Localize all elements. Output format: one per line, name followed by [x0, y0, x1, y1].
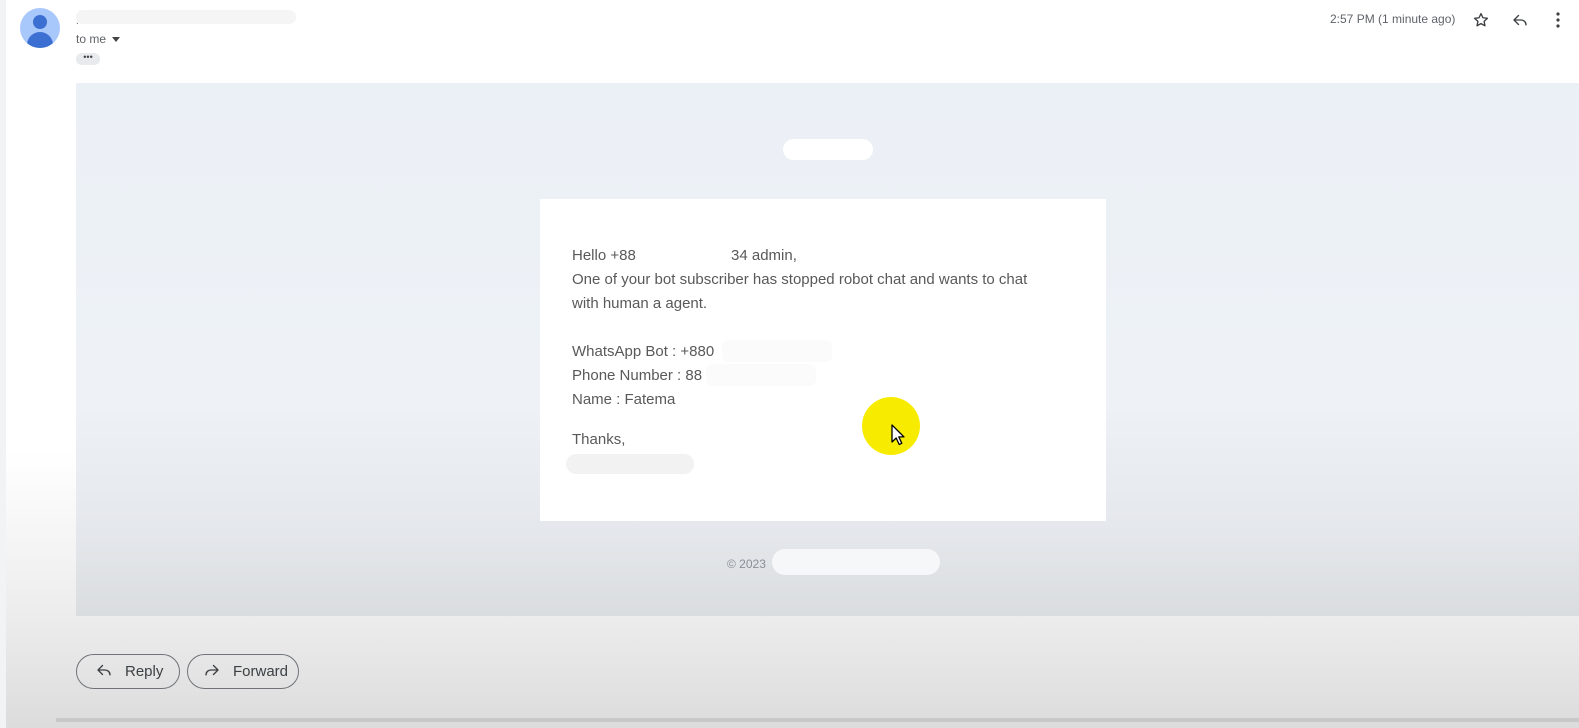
left-edge: [0, 0, 6, 728]
redacted-signature: [566, 454, 694, 474]
reply-button[interactable]: Reply: [76, 654, 180, 689]
email-timestamp: 2:57 PM (1 minute ago): [1330, 12, 1456, 26]
forward-button[interactable]: Forward: [187, 654, 299, 689]
redacted-phone-number: [706, 364, 816, 386]
forward-icon: [203, 661, 221, 683]
reply-icon[interactable]: [1509, 9, 1531, 31]
phone-number-line: Phone Number : 88: [572, 367, 703, 384]
avatar-body: [27, 32, 53, 48]
footer-copyright: © 2023: [727, 557, 766, 571]
reply-label: Reply: [125, 663, 164, 680]
sender-name: .: [76, 16, 79, 27]
recipient-details-toggle[interactable]: to me: [76, 32, 121, 46]
redacted-bot-number: [722, 340, 832, 362]
recipient-label: to me: [76, 32, 107, 46]
sender-name-redacted: [76, 10, 296, 24]
message-line-1: One of your bot subscriber has stopped r…: [572, 271, 1028, 288]
more-vert-icon[interactable]: [1550, 9, 1566, 31]
mouse-pointer-icon: [891, 424, 905, 451]
brand-logo-redacted: [783, 139, 873, 160]
show-trimmed-content-button[interactable]: •••: [76, 53, 100, 65]
sender-avatar[interactable]: [20, 8, 60, 48]
forward-label: Forward: [233, 663, 289, 680]
thanks-line: Thanks,: [572, 431, 626, 448]
message-line-2: with human a agent.: [572, 295, 708, 312]
avatar-head: [33, 15, 47, 29]
greeting-prefix: Hello +88: [572, 247, 636, 264]
name-line: Name : Fatema: [572, 391, 676, 408]
whatsapp-bot-line: WhatsApp Bot : +880: [572, 343, 715, 360]
caret-down-icon: [112, 36, 121, 42]
greeting-suffix: 34 admin,: [731, 247, 797, 264]
reply-icon: [95, 661, 113, 683]
bottom-divider: [56, 718, 1579, 722]
star-icon[interactable]: [1470, 9, 1492, 31]
footer-company-redacted: [772, 549, 940, 575]
